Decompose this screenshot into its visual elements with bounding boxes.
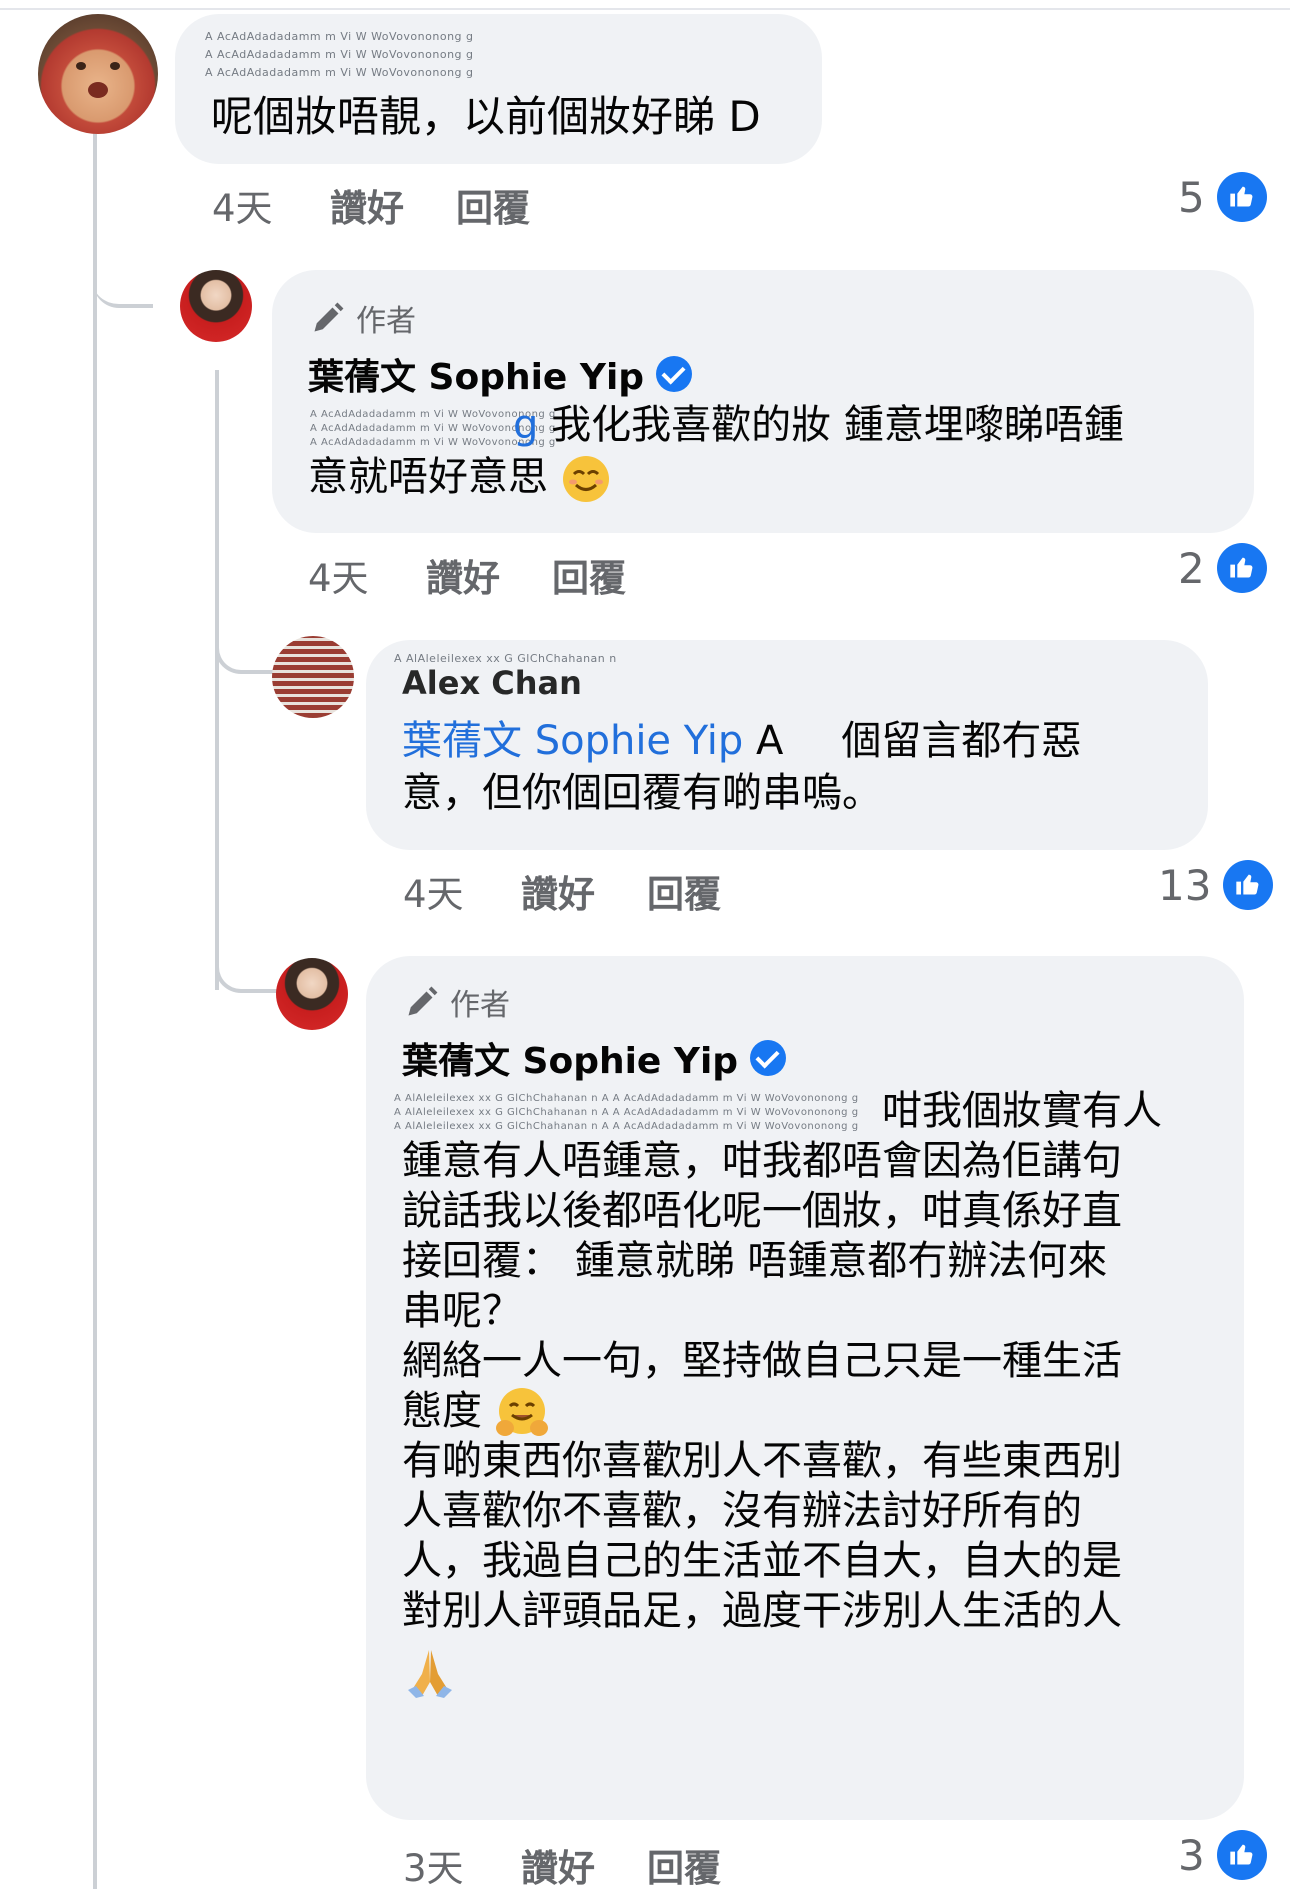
verified-badge-icon — [750, 1040, 787, 1076]
reply-line-10: 人，我過自己的生活並不自大，自大的是 — [402, 1538, 1122, 1584]
avatar-commenter-1[interactable] — [38, 14, 158, 134]
mention-link[interactable]: 葉蒨文 Sophie Yip — [402, 718, 743, 764]
comment-time[interactable]: 4天 — [212, 178, 330, 232]
like-reaction-icon — [1223, 860, 1274, 910]
verified-badge-icon — [656, 356, 693, 392]
author-tag-label: 作者 — [356, 304, 416, 339]
thread-branch-3 — [215, 925, 279, 993]
avatar-commenter-3[interactable] — [272, 636, 354, 718]
like-button[interactable]: 讚好 — [426, 548, 552, 602]
comment-actions-2: 4天 讚好 回覆 — [308, 548, 626, 602]
comment-actions-4: 3天 讚好 回覆 — [403, 1838, 721, 1892]
reply-line-1: 咁我個妝實有人 — [882, 1088, 1162, 1134]
reply-line-7-text: 態度 — [402, 1388, 482, 1434]
mention-obscured-3: A AlAleleilexex xx G GlChChahanan n A A … — [394, 1121, 859, 1132]
comment-text-2-line1: g 我化我喜歡的妝 鍾意埋嚟睇唔鍾 — [308, 400, 1124, 450]
comment-text-2b: 意就唔好意思 — [308, 454, 548, 500]
commenter-name-obscured-2: A AcAdAdadadamm m Vi W WoVovononong g — [205, 48, 474, 61]
reaction-count: 2 — [1178, 543, 1205, 593]
commenter-name-obscured[interactable]: A AcAdAdadadamm m Vi W WoVovononong g — [205, 30, 474, 43]
top-divider — [0, 8, 1290, 10]
smiling-face-emoji-icon — [562, 456, 609, 502]
author-tag-label: 作者 — [450, 988, 510, 1023]
reply-line-9: 人喜歡你不喜歡，沒有辦法討好所有的 — [402, 1488, 1082, 1534]
author-name-text: 葉蒨文 Sophie Yip — [308, 357, 645, 398]
reaction-count: 3 — [1178, 1830, 1205, 1880]
like-button[interactable]: 讚好 — [521, 864, 647, 918]
comment-time[interactable]: 4天 — [403, 864, 521, 918]
mention-obscured-2: A AlAleleilexex xx G GlChChahanan n A A … — [394, 1107, 859, 1118]
commenter-name-text: Alex Chan — [402, 664, 582, 702]
comment-text-3a: 個留言都冇惡 — [841, 718, 1082, 764]
author-tag: 作者 — [404, 980, 510, 1024]
comment-text-3-line1: 葉蒨文 Sophie Yip A 個留言都冇惡 — [402, 716, 1081, 766]
commenter-name-obscured-3: A AcAdAdadadamm m Vi W WoVovononong g — [205, 66, 474, 79]
reply-button[interactable]: 回覆 — [647, 1838, 721, 1892]
reply-line-2: 鍾意有人唔鍾意，咁我都唔會因為佢講句 — [402, 1138, 1122, 1184]
pencil-icon — [408, 986, 438, 1016]
reaction-summary-1[interactable]: 5 — [1178, 172, 1267, 222]
pencil-icon — [314, 302, 344, 332]
comment-bubble-1: A AcAdAdadadamm m Vi W WoVovononong g A … — [175, 14, 822, 164]
reaction-summary-2[interactable]: 2 — [1178, 543, 1267, 593]
like-button[interactable]: 讚好 — [330, 178, 456, 232]
comment-text-1: 呢個妝唔靚，以前個妝好睇 D — [211, 92, 761, 141]
avatar-author[interactable] — [180, 270, 252, 342]
like-button[interactable]: 讚好 — [521, 1838, 647, 1892]
reply-button[interactable]: 回覆 — [456, 178, 530, 232]
comment-text-3-line2: 意，但你個回覆有啲串嗚。 — [402, 770, 882, 816]
like-reaction-icon — [1216, 1830, 1267, 1880]
reply-line-5: 串呢？ — [402, 1288, 522, 1334]
comment-time[interactable]: 4天 — [308, 548, 426, 602]
thread-branch-2 — [215, 610, 279, 674]
reply-line-11: 對別人評頭品足，過度干涉別人生活的人 — [402, 1588, 1122, 1634]
thread-branch-1 — [93, 200, 153, 308]
like-reaction-icon — [1216, 172, 1267, 222]
avatar-author[interactable] — [276, 958, 348, 1030]
comment-bubble-4: 作者 葉蒨文 Sophie Yip A AlAleleilexex xx G G… — [366, 956, 1244, 1820]
mention-obscured: A AlAleleilexex xx G GlChChahanan n A A … — [394, 1093, 859, 1104]
reply-line-8: 有啲東西你喜歡別人不喜歡，有些東西別 — [402, 1438, 1122, 1484]
mention-tail: A — [756, 718, 784, 764]
thread-line-reply — [215, 370, 219, 990]
reply-line-7: 態度 — [402, 1386, 549, 1440]
reaction-count: 5 — [1178, 172, 1205, 222]
author-name[interactable]: 葉蒨文 Sophie Yip — [402, 1032, 787, 1084]
comment-text-2a: 我化我喜歡的妝 鍾意埋嚟睇唔鍾 — [551, 402, 1124, 448]
comment-actions-3: 4天 讚好 回覆 — [403, 864, 721, 918]
reaction-summary-4[interactable]: 3 — [1178, 1830, 1267, 1880]
comment-bubble-3: A AlAleleilexex xx G GlChChahanan n Alex… — [366, 640, 1208, 850]
thread-line-main — [93, 120, 97, 1889]
comment-bubble-2: 作者 葉蒨文 Sophie Yip A AcAdAdadadamm m Vi W… — [272, 270, 1254, 533]
reply-line-4: 接回覆： 鍾意就睇 唔鍾意都冇辦法何來 — [402, 1238, 1108, 1284]
like-reaction-icon — [1216, 543, 1267, 593]
reply-line-3: 說話我以後都唔化呢一個妝，咁真係好直 — [402, 1188, 1122, 1234]
author-name-text: 葉蒨文 Sophie Yip — [402, 1041, 739, 1082]
comment-text-2-line2: 意就唔好意思 — [308, 452, 611, 504]
reaction-count: 13 — [1158, 860, 1212, 910]
comment-actions-1: 4天 讚好 回覆 — [212, 178, 530, 232]
reply-line-6: 網絡一人一句，堅持做自己只是一種生活 — [402, 1338, 1122, 1384]
author-tag: 作者 — [310, 296, 416, 340]
reply-button[interactable]: 回覆 — [647, 864, 721, 918]
comment-time[interactable]: 3天 — [403, 1838, 521, 1892]
hugging-face-emoji-icon — [495, 1388, 548, 1436]
author-name[interactable]: 葉蒨文 Sophie Yip — [308, 348, 693, 400]
reaction-summary-3[interactable]: 13 — [1158, 860, 1274, 910]
reply-button[interactable]: 回覆 — [552, 548, 626, 602]
folded-hands-emoji-icon — [408, 1650, 452, 1698]
commenter-name[interactable]: Alex Chan — [402, 664, 582, 702]
mention-link[interactable]: g — [513, 402, 538, 448]
